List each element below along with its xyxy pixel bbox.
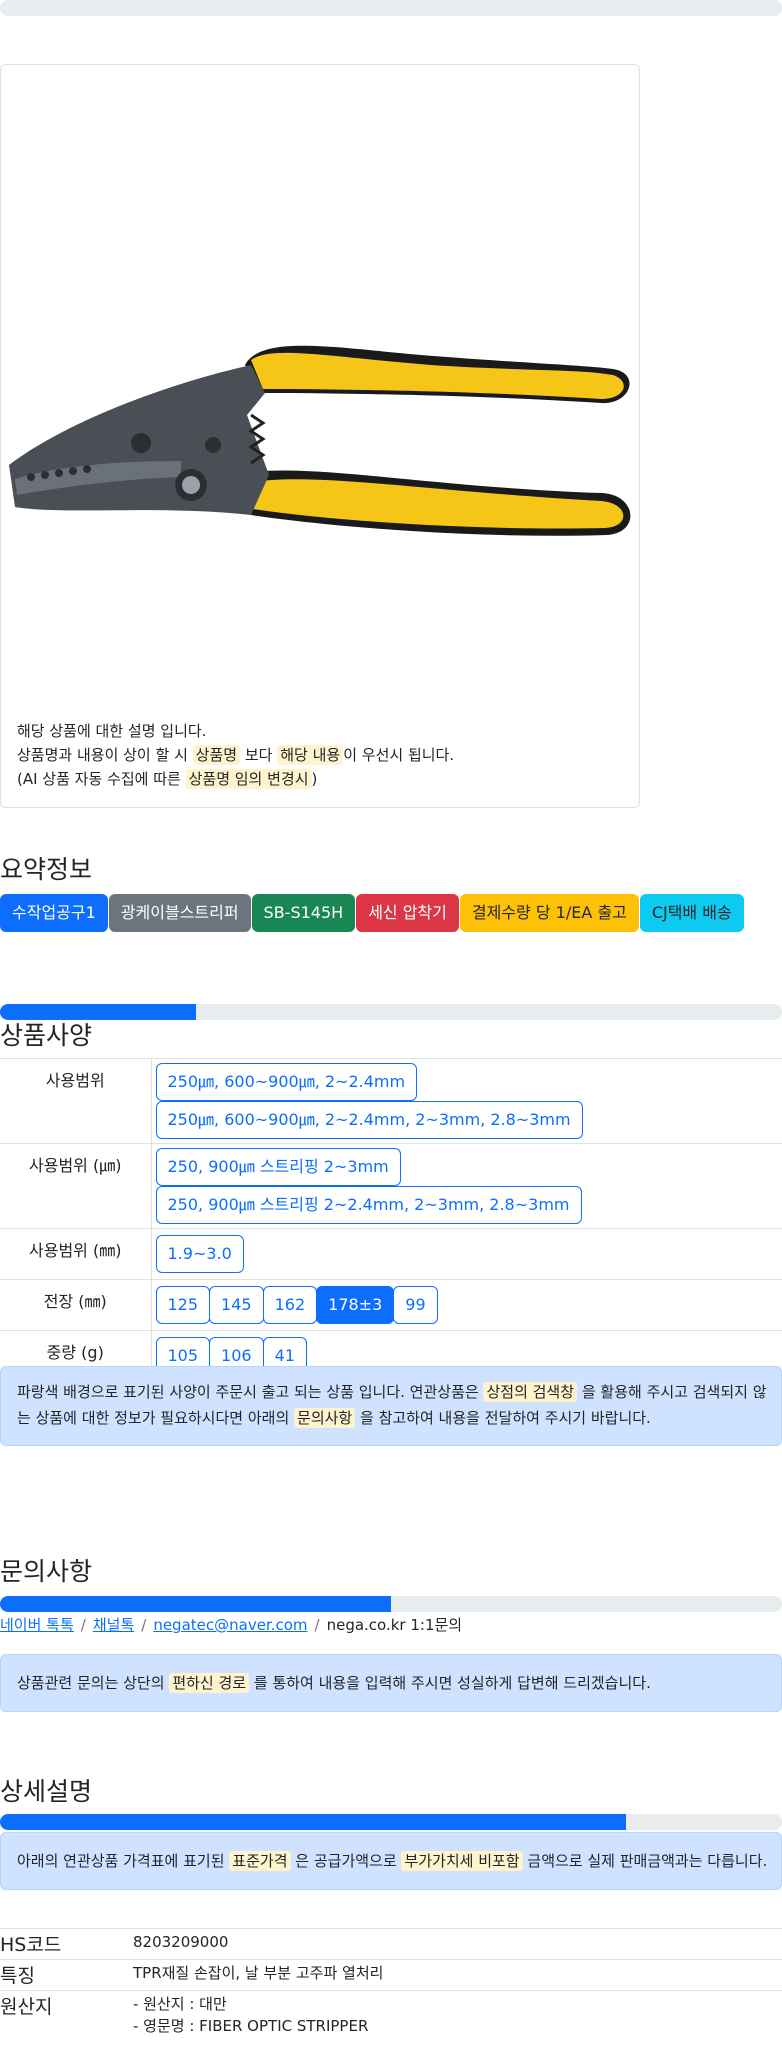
notice-text: 을 활용해 주시고 검색되지 않 — [581, 1383, 767, 1401]
inquiry-title: 문의사항 — [0, 1557, 93, 1586]
top-progress-bar — [0, 0, 782, 16]
notice-text: 금액으로 실제 판매금액과는 다릅니다. — [527, 1852, 768, 1870]
crumb-separator: / — [141, 1616, 147, 1634]
notice-highlight: 상점의 검색창 — [483, 1382, 578, 1402]
note-text: (AI 상품 자동 수집에 따른 — [17, 770, 181, 788]
spec-notice: 파랑색 배경으로 표기된 사양이 주문시 출고 되는 상품 입니다. 연관상품은… — [0, 1366, 782, 1446]
spec-option-button[interactable]: 178±3 — [316, 1286, 395, 1324]
info-value: TPR재질 손잡이, 날 부분 고주파 열처리 — [133, 1959, 782, 1991]
product-note-line3: (AI 상품 자동 수집에 따른 상품명 임의 변경시) — [17, 767, 627, 791]
summary-badge: 광케이블스트리퍼 — [108, 894, 251, 932]
inquiry-progress-fill — [0, 1596, 391, 1612]
spec-options: 250, 900㎛ 스트리핑 2~3mm250, 900㎛ 스트리핑 2~2.4… — [151, 1143, 782, 1229]
spec-option-button[interactable]: 1.9~3.0 — [155, 1235, 244, 1273]
info-row: 원산지 - 원산지 : 대만 - 영문명 : FIBER OPTIC STRIPPE… — [0, 1990, 782, 2041]
notice-highlight: 부가가치세 비포함 — [401, 1851, 523, 1871]
crumb-separator: / — [314, 1616, 320, 1634]
detail-progress-fill — [0, 1814, 626, 1830]
product-image — [9, 345, 631, 536]
product-note: 해당 상품에 대한 설명 입니다. 상품명과 내용이 상이 할 시 상품명 보다… — [17, 719, 627, 791]
note-highlight: 상품명 — [192, 745, 241, 765]
info-key: HS코드 — [0, 1928, 133, 1960]
spec-label: 사용범위 (㎜) — [0, 1228, 152, 1280]
note-text: ) — [311, 770, 318, 788]
spec-label: 전장 (㎜) — [0, 1279, 152, 1331]
info-value: 8203209000 — [133, 1928, 782, 1960]
spec-options: 250㎛, 600~900㎛, 2~2.4mm250㎛, 600~900㎛, 2… — [151, 1058, 782, 1144]
spec-row: 사용범위 (㎜) 1.9~3.0 — [0, 1228, 782, 1280]
note-highlight: 상품명 임의 변경시 — [185, 769, 312, 789]
info-key: 특징 — [0, 1959, 133, 1991]
notice-highlight: 표준가격 — [229, 1851, 291, 1871]
spec-option-button[interactable]: 250, 900㎛ 스트리핑 2~2.4mm, 2~3mm, 2.8~3mm — [155, 1186, 582, 1224]
info-value-line: - 영문명 : FIBER OPTIC STRIPPER — [133, 2017, 369, 2035]
spec-option-button[interactable]: 145 — [209, 1286, 264, 1324]
notice-text: 을 참고하여 내용을 전달하여 주시기 바랍니다. — [360, 1409, 651, 1427]
notice-text: 아래의 연관상품 가격표에 표기된 — [17, 1852, 225, 1870]
spec-row: 전장 (㎜) 125 145 162 178±3 99 — [0, 1279, 782, 1331]
spec-row: 사용범위 (㎛) 250, 900㎛ 스트리핑 2~3mm250, 900㎛ 스트… — [0, 1143, 782, 1229]
spec-label: 사용범위 (㎛) — [0, 1143, 152, 1229]
product-note-line1: 해당 상품에 대한 설명 입니다. — [17, 722, 207, 740]
notice-text: 상품관련 문의는 상단의 — [17, 1674, 165, 1692]
summary-badge: SB-S145H — [251, 894, 356, 932]
notice-text: 는 상품에 대한 정보가 필요하시다면 아래의 — [17, 1409, 290, 1427]
spec-option-button[interactable]: 250㎛, 600~900㎛, 2~2.4mm, 2~3mm, 2.8~3mm — [155, 1101, 583, 1139]
summary-badge: CJ택배 배송 — [639, 894, 744, 932]
info-value-line: 8203209000 — [133, 1933, 229, 1951]
spec-row: 사용범위 250㎛, 600~900㎛, 2~2.4mm250㎛, 600~900… — [0, 1058, 782, 1144]
spec-option-button[interactable]: 162 — [262, 1286, 318, 1324]
detail-progress-bar — [0, 1814, 782, 1830]
inquiry-channel-link[interactable]: negatec@naver.com — [153, 1616, 307, 1634]
summary-title: 요약정보 — [0, 855, 93, 884]
notice-text: 파랑색 배경으로 표기된 사양이 주문시 출고 되는 상품 입니다. 연관상품은 — [17, 1383, 479, 1401]
product-card: 해당 상품에 대한 설명 입니다. 상품명과 내용이 상이 할 시 상품명 보다… — [0, 64, 640, 808]
info-key: 원산지 — [0, 1990, 133, 2041]
product-note-line2: 상품명과 내용이 상이 할 시 상품명 보다 해당 내용 이 우선시 됩니다. — [17, 743, 627, 767]
summary-badge: 수작업공구1 — [0, 894, 108, 932]
info-value: - 원산지 : 대만 - 영문명 : FIBER OPTIC STRIPPER — [133, 1990, 782, 2041]
info-value-line: TPR재질 손잡이, 날 부분 고주파 열처리 — [133, 1964, 384, 1982]
spec-option-button[interactable]: 125 — [155, 1286, 211, 1324]
detail-info-table: HS코드 8203209000 특징 TPR재질 손잡이, 날 부분 고주파 열처리 원… — [0, 1928, 782, 2041]
notice-text: 은 공급가액으로 — [295, 1852, 397, 1870]
spec-label: 사용범위 — [0, 1058, 152, 1144]
spec-options: 125 145 162 178±3 99 — [151, 1279, 782, 1331]
summary-badge: 결제수량 당 1/EA 출고 — [459, 894, 639, 932]
crumb-separator: / — [80, 1616, 86, 1634]
info-row: 특징 TPR재질 손잡이, 날 부분 고주파 열처리 — [0, 1959, 782, 1991]
inquiry-progress-bar — [0, 1596, 782, 1612]
inquiry-channel-link[interactable]: 네이버 톡톡 — [0, 1616, 74, 1634]
notice-text: 를 통하여 내용을 입력해 주시면 성실하게 답변해 드리겠습니다. — [253, 1674, 651, 1692]
detail-title: 상세설명 — [0, 1777, 93, 1806]
notice-highlight: 문의사항 — [294, 1408, 356, 1428]
inquiry-channel-text: nega.co.kr 1:1문의 — [326, 1616, 463, 1634]
spec-option-button[interactable]: 99 — [393, 1286, 438, 1324]
note-text: 보다 — [244, 746, 273, 764]
summary-badge: 세신 압착기 — [356, 894, 459, 932]
spec-option-button[interactable]: 250㎛, 600~900㎛, 2~2.4mm — [155, 1063, 418, 1101]
summary-badges: 수작업공구1 광케이블스트리퍼 SB-S145H 세신 압착기 결제수량 당 1/EA … — [0, 894, 745, 932]
notice-highlight: 편하신 경로 — [169, 1673, 250, 1693]
spec-option-button[interactable]: 250, 900㎛ 스트리핑 2~3mm — [155, 1148, 401, 1186]
spec-options: 1.9~3.0 — [151, 1228, 782, 1280]
inquiry-channel-link[interactable]: 채널톡 — [93, 1616, 134, 1634]
detail-notice: 아래의 연관상품 가격표에 표기된 표준가격 은 공급가액으로 부가가치세 비포… — [0, 1832, 782, 1890]
info-value-line: - 원산지 : 대만 — [133, 1995, 227, 2013]
inquiry-notice: 상품관련 문의는 상단의 편하신 경로 를 통하여 내용을 입력해 주시면 성실… — [0, 1654, 782, 1712]
note-highlight: 해당 내용 — [277, 745, 344, 765]
note-text: 상품명과 내용이 상이 할 시 — [17, 746, 188, 764]
info-row: HS코드 8203209000 — [0, 1928, 782, 1960]
inquiry-channels: 네이버 톡톡 / 채널톡 / negatec@naver.com / nega.co.kr … — [0, 1614, 462, 1635]
spec-progress-bar — [0, 1004, 782, 1020]
spec-title: 상품사양 — [0, 1021, 93, 1050]
note-text: 이 우선시 됩니다. — [343, 746, 455, 764]
